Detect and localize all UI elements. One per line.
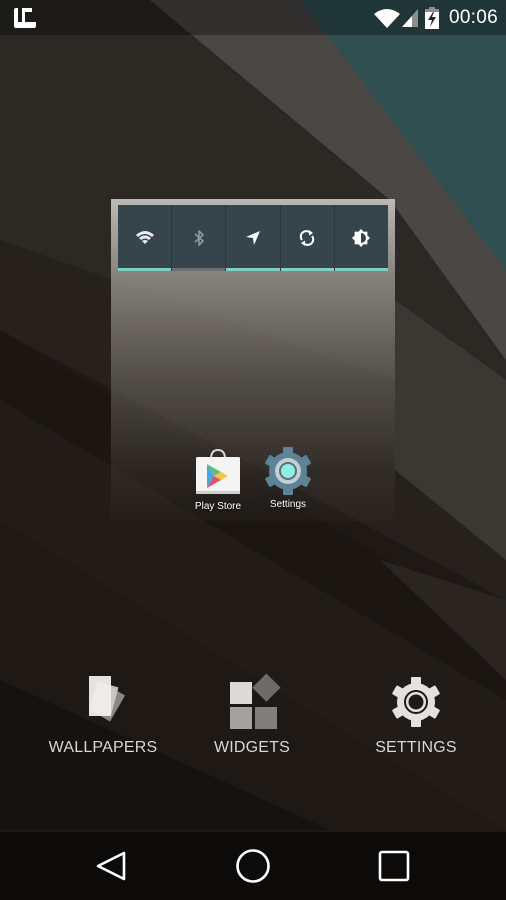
clock: 00:06 (448, 6, 498, 28)
app-label: Play Store (194, 501, 242, 512)
quick-settings-widget (118, 205, 389, 271)
navigation-bar (0, 832, 506, 900)
qs-location-state-indicator (226, 268, 280, 271)
widgets-label: WIDGETS (213, 739, 291, 756)
status-bar: 00:06 (0, 0, 506, 35)
home-button[interactable] (233, 846, 273, 886)
wallpapers-button[interactable]: WALLPAPERS (38, 672, 168, 757)
battery-charging-icon (424, 6, 439, 29)
app-label: Settings (269, 499, 307, 510)
back-button[interactable] (91, 846, 131, 886)
launcher-notification-icon (14, 8, 36, 28)
back-icon (96, 851, 126, 881)
qs-tile-bluetooth[interactable] (172, 205, 227, 271)
brightness-auto-icon (352, 229, 371, 247)
bluetooth-icon (194, 230, 204, 246)
qs-brightness-state-indicator (334, 268, 389, 271)
recents-button[interactable] (373, 846, 413, 886)
cellular-signal-icon (401, 8, 418, 27)
sync-icon (300, 230, 315, 246)
qs-tile-location[interactable] (226, 205, 281, 271)
wallpapers-icon (89, 676, 126, 722)
widgets-icon (230, 673, 281, 729)
qs-tile-wifi[interactable] (118, 205, 173, 271)
app-settings[interactable]: Settings (248, 446, 328, 510)
home-icon (236, 849, 270, 883)
widgets-button[interactable]: WIDGETS (187, 672, 317, 757)
qs-sync-state-indicator (280, 268, 334, 271)
qs-tile-sync[interactable] (280, 205, 335, 271)
settings-button[interactable]: SETTINGS (351, 672, 481, 757)
settings-gear-icon (265, 447, 311, 495)
wifi-icon (135, 231, 154, 244)
wallpapers-label: WALLPAPERS (48, 739, 158, 756)
wifi-icon (373, 8, 400, 28)
settings-icon (392, 677, 440, 727)
play-store-icon (196, 448, 240, 494)
location-arrow-icon (246, 231, 260, 245)
qs-bluetooth-state-indicator (172, 268, 226, 271)
recents-icon (378, 850, 410, 882)
settings-label: SETTINGS (375, 739, 457, 756)
qs-tile-brightness[interactable] (334, 205, 389, 271)
qs-wifi-state-indicator (118, 268, 172, 271)
app-play-store[interactable]: Play Store (178, 448, 258, 512)
